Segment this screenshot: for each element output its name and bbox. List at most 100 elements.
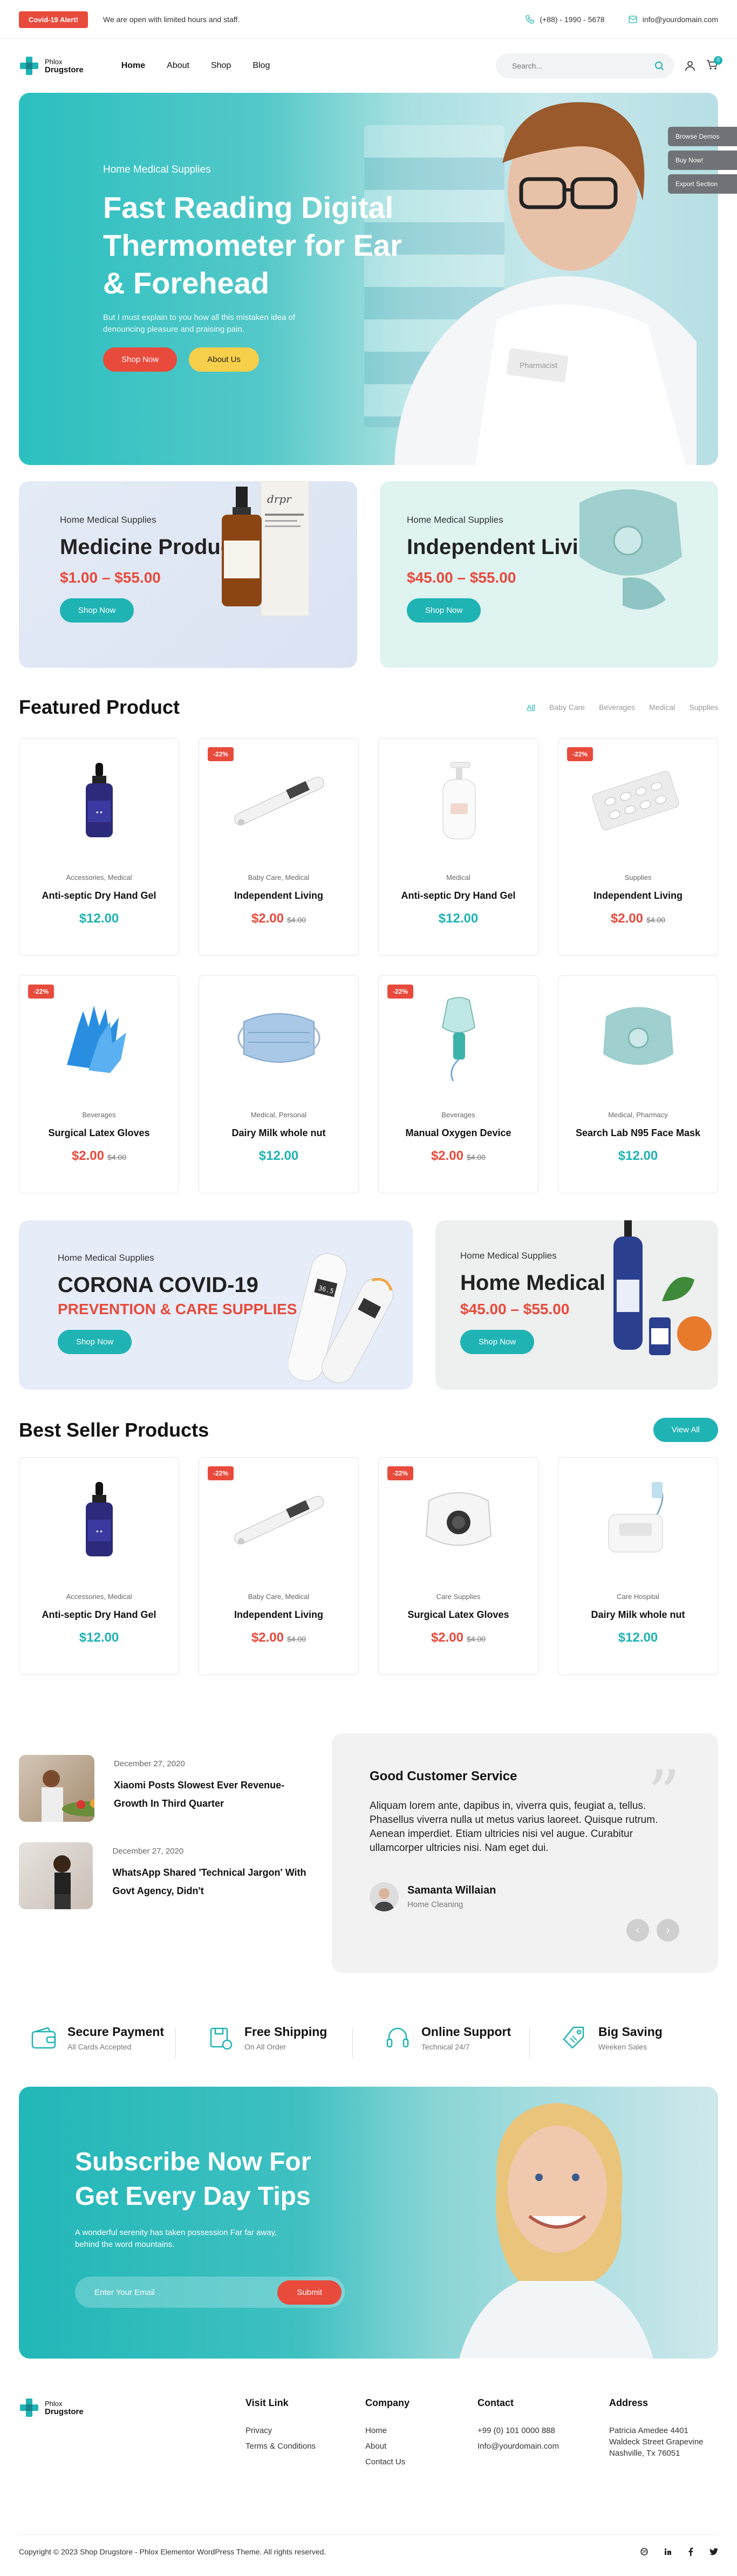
promo-shop-now-button[interactable]: Shop Now	[407, 598, 481, 623]
footer-logo[interactable]: Phlox Drugstore	[19, 2397, 245, 2418]
product-category[interactable]: Baby Care, Medical	[199, 873, 358, 882]
subscribe-submit-button[interactable]: Submit	[277, 2280, 342, 2305]
site-logo[interactable]: Phlox Drugstore	[19, 56, 84, 76]
product-name[interactable]: Dairy Milk whole nut	[199, 1128, 358, 1139]
product-card[interactable]: ● ● Accessories, Medical Anti-septic Dry H…	[19, 738, 179, 956]
filter-all[interactable]: All	[527, 703, 535, 712]
view-all-button[interactable]: View All	[653, 1418, 718, 1442]
footer-link-contact[interactable]: Contact Us	[365, 2457, 477, 2466]
product-name[interactable]: Manual Oxygen Device	[379, 1128, 538, 1139]
product-name[interactable]: Independent Living	[558, 890, 718, 901]
product-name[interactable]: Anti-septic Dry Hand Gel	[379, 890, 538, 901]
product-card[interactable]: ● ● Accessories, Medical Anti-septic Dry H…	[19, 1457, 179, 1675]
nebulizer-product-image[interactable]	[558, 1458, 718, 1582]
filter-beverages[interactable]: Beverages	[599, 703, 635, 712]
product-card[interactable]: -22% Supplies Independent Living $2.00 $4.00	[558, 738, 718, 956]
footer-link-home[interactable]: Home	[365, 2426, 477, 2435]
search-icon[interactable]	[654, 61, 664, 71]
product-category[interactable]: Supplies	[558, 873, 718, 882]
cart-button[interactable]: 0	[706, 56, 722, 73]
product-category[interactable]: Care Supplies	[379, 1593, 538, 1601]
product-name[interactable]: Surgical Latex Gloves	[19, 1128, 179, 1139]
product-name[interactable]: Independent Living	[199, 890, 358, 901]
product-name[interactable]: Independent Living	[199, 1609, 358, 1621]
product-price: $12.00	[379, 911, 538, 926]
dropper-product-image[interactable]: ● ●	[19, 1458, 179, 1582]
product-category[interactable]: Beverages	[379, 1111, 538, 1119]
covid-alert-badge[interactable]: Covid-19 Alert!	[19, 11, 88, 28]
product-category[interactable]: Accessories, Medical	[19, 1593, 179, 1601]
product-card[interactable]: -22% Care Supplies Surgical Latex Gloves $2…	[378, 1457, 538, 1675]
topbar-email[interactable]: info@yourdomain.com	[629, 15, 718, 24]
current-price: $2.00	[251, 1630, 284, 1645]
twitter-icon[interactable]	[709, 2547, 718, 2555]
product-card[interactable]: Medical, Personal Dairy Milk whole nut $12…	[199, 975, 359, 1193]
n95-product-image[interactable]	[558, 976, 718, 1100]
buy-now-tab[interactable]: Buy Now!	[668, 151, 737, 170]
product-category[interactable]: Medical	[379, 873, 538, 882]
product-card[interactable]: Medical, Pharmacy Search Lab N95 Face Mas…	[558, 975, 718, 1193]
linkedin-icon[interactable]	[664, 2548, 672, 2555]
product-category[interactable]: Medical, Personal	[199, 1111, 358, 1119]
banner-title2: PREVENTION & CARE SUPPLIES	[58, 1301, 297, 1317]
product-category[interactable]: Beverages	[19, 1111, 179, 1119]
product-name[interactable]: Anti-septic Dry Hand Gel	[19, 1609, 179, 1621]
product-card[interactable]: Care Hospital Dairy Milk whole nut $12.00	[558, 1457, 718, 1675]
post-title[interactable]: Xiaomi Posts Slowest Ever Revenue-Growth…	[114, 1776, 310, 1813]
banner-shop-now-button[interactable]: Shop Now	[58, 1330, 132, 1354]
product-price: $12.00	[19, 911, 179, 926]
product-name[interactable]: Dairy Milk whole nut	[558, 1609, 718, 1621]
dribbble-icon[interactable]	[640, 2547, 648, 2555]
footer-link-privacy[interactable]: Privacy	[245, 2426, 365, 2435]
product-category[interactable]: Medical, Pharmacy	[558, 1111, 718, 1119]
topbar-phone[interactable]: (+88) - 1990 - 5678	[526, 15, 605, 24]
export-section-tab[interactable]: Export Section	[668, 174, 737, 194]
user-icon[interactable]	[685, 60, 695, 71]
next-arrow-icon[interactable]: ›	[657, 1919, 679, 1942]
filter-supplies[interactable]: Supplies	[689, 703, 718, 712]
product-name[interactable]: Surgical Latex Gloves	[379, 1609, 538, 1621]
product-category[interactable]: Baby Care, Medical	[199, 1593, 358, 1601]
product-card[interactable]: -22% Baby Care, Medical Independent Living…	[199, 1457, 359, 1675]
promo-shop-now-button[interactable]: Shop Now	[60, 598, 134, 623]
filter-medical[interactable]: Medical	[649, 703, 675, 712]
hero-about-us-button[interactable]: About Us	[189, 347, 259, 372]
footer-phone[interactable]: +99 (0) 101 0000 888	[477, 2426, 609, 2435]
nav-blog[interactable]: Blog	[253, 61, 270, 71]
pump-bottle-product-image[interactable]	[379, 739, 538, 863]
product-name[interactable]: Anti-septic Dry Hand Gel	[19, 890, 179, 901]
subscribe-form: Submit	[75, 2277, 345, 2308]
banner-shop-now-button[interactable]: Shop Now	[460, 1330, 535, 1354]
sale-badge: -22%	[208, 747, 234, 761]
product-card[interactable]: -22% Beverages Surgical Latex Gloves $2.00 $…	[19, 975, 179, 1193]
footer-link-terms[interactable]: Terms & Conditions	[245, 2442, 365, 2451]
product-category[interactable]: Accessories, Medical	[19, 873, 179, 882]
blog-post[interactable]: December 27, 2020 WhatsApp Shared 'Techn…	[19, 1842, 310, 1909]
post-title[interactable]: WhatsApp Shared 'Technical Jargon' With …	[112, 1863, 310, 1900]
product-name[interactable]: Search Lab N95 Face Mask	[558, 1128, 718, 1139]
blog-post[interactable]: December 27, 2020 Xiaomi Posts Slowest E…	[19, 1755, 310, 1822]
product-card[interactable]: Medical Anti-septic Dry Hand Gel $12.00	[378, 738, 538, 956]
hero-shop-now-button[interactable]: Shop Now	[103, 347, 178, 372]
product-card[interactable]: -22% Baby Care, Medical Independent Living…	[199, 738, 359, 956]
thermometers-image: 36.5	[289, 1253, 394, 1383]
product-category[interactable]: Care Hospital	[558, 1593, 718, 1601]
product-card[interactable]: -22% Beverages Manual Oxygen Device $2.00 $4…	[378, 975, 538, 1193]
nav-home[interactable]: Home	[121, 61, 145, 71]
nav-shop[interactable]: Shop	[211, 61, 231, 71]
facebook-icon[interactable]	[688, 2547, 693, 2556]
filter-baby-care[interactable]: Baby Care	[549, 703, 585, 712]
search-input[interactable]	[512, 62, 654, 70]
mask-product-image[interactable]	[199, 976, 358, 1100]
footer-email[interactable]: Info@yourdomain.com	[477, 2442, 609, 2451]
footer-link-about[interactable]: About	[365, 2442, 477, 2451]
footer-contact-title: Contact	[477, 2397, 514, 2408]
headset-icon	[386, 2027, 409, 2047]
nav-about[interactable]: About	[167, 61, 189, 71]
dropper-product-image[interactable]: ● ●	[19, 739, 179, 863]
hero-subtitle: Home Medical Supplies	[103, 164, 211, 175]
prev-arrow-icon[interactable]: ‹	[626, 1919, 649, 1942]
subscribe-email-input[interactable]	[94, 2287, 278, 2297]
browse-demos-tab[interactable]: Browse Demos	[668, 127, 737, 146]
topbar-message: We are open with limited hours and staff…	[103, 15, 240, 24]
